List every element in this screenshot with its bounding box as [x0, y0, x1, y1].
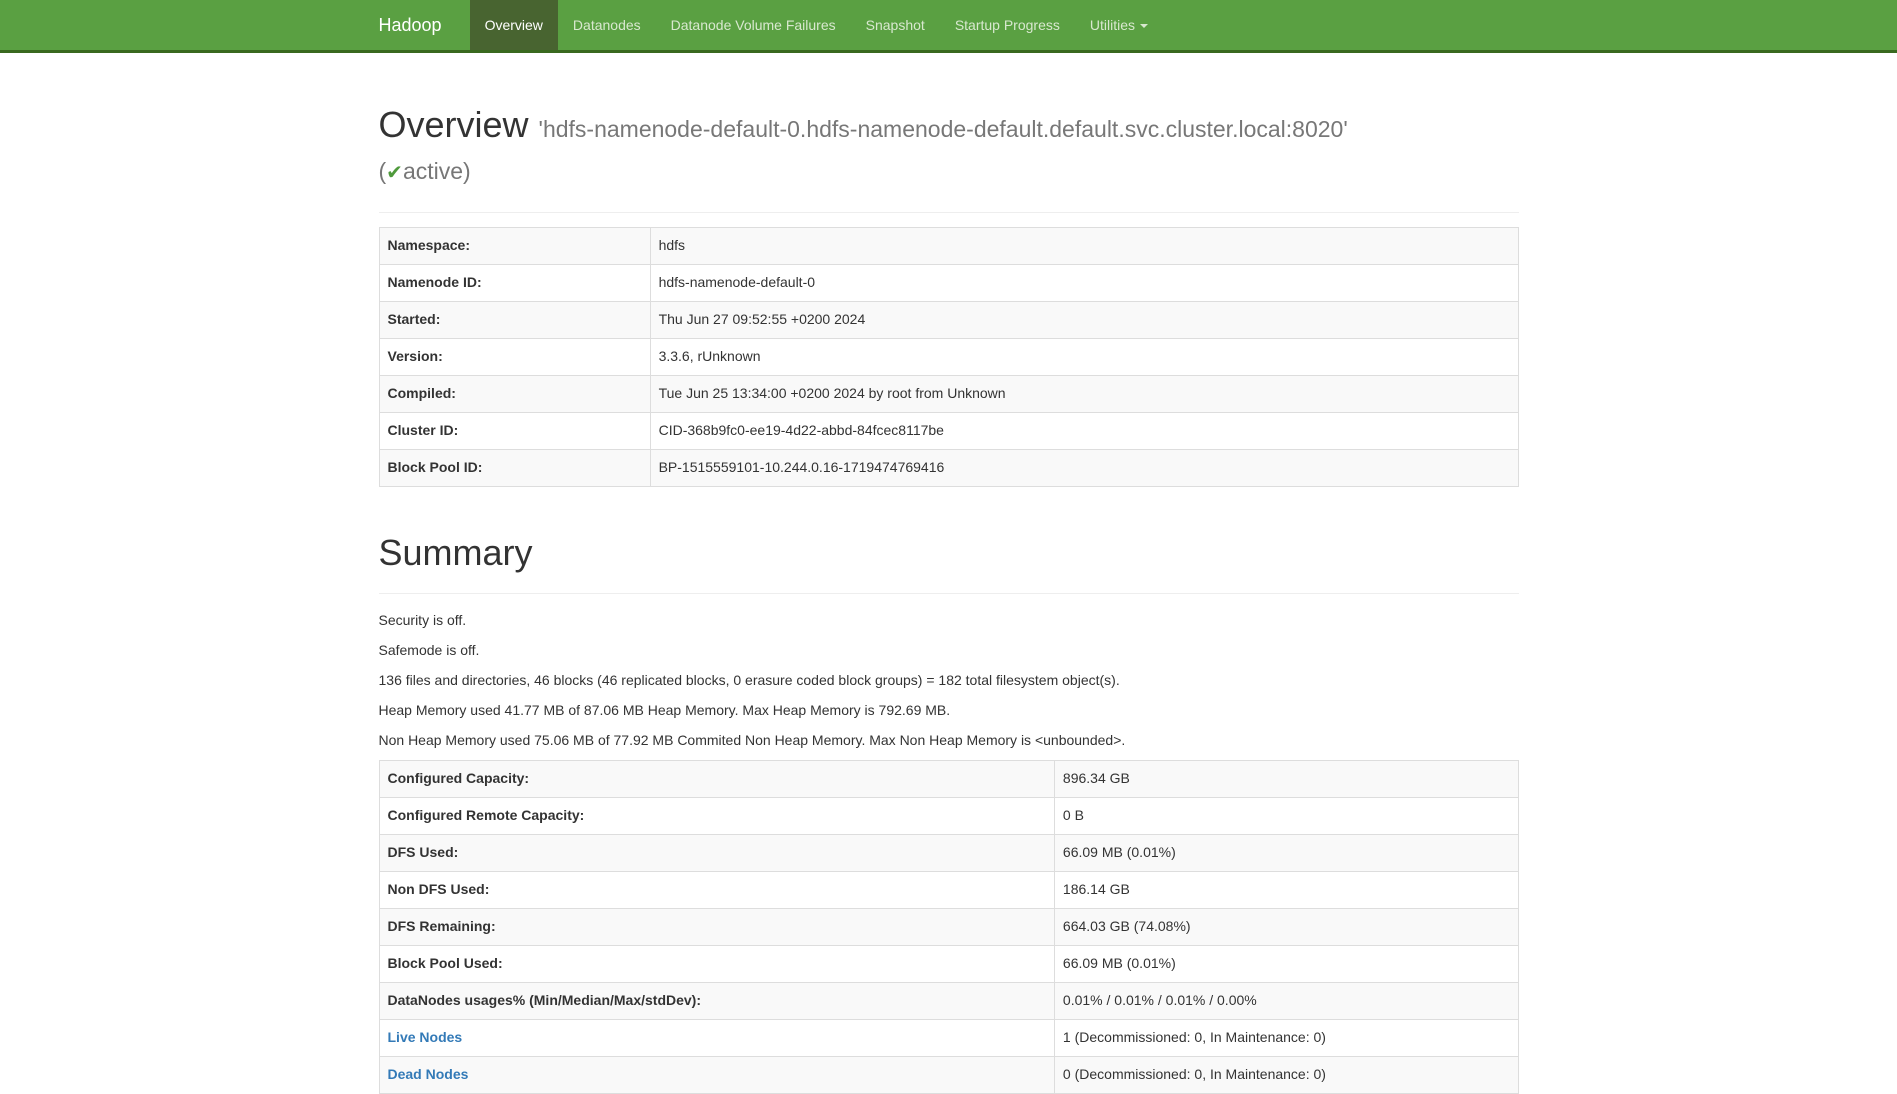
nav-item-datanode-volume-failures: Datanode Volume Failures [656, 0, 851, 50]
row-label: Started: [379, 302, 650, 339]
summary-heading: Summary [379, 533, 1519, 573]
row-value: 66.09 MB (0.01%) [1054, 834, 1518, 871]
row-value: 0 (Decommissioned: 0, In Maintenance: 0) [1054, 1056, 1518, 1093]
brand-link[interactable]: Hadoop [379, 0, 470, 50]
row-value: 186.14 GB [1054, 871, 1518, 908]
nav-link-datanodes[interactable]: Datanodes [558, 0, 656, 50]
row-value: BP-1515559101-10.244.0.16-1719474769416 [650, 450, 1518, 487]
safemode-status-line: Safemode is off. [379, 640, 1519, 660]
row-label: DataNodes usages% (Min/Median/Max/stdDev… [379, 982, 1054, 1019]
row-label: DFS Used: [379, 834, 1054, 871]
row-value: Tue Jun 25 13:34:00 +0200 2024 by root f… [650, 376, 1518, 413]
row-value: 664.03 GB (74.08%) [1054, 908, 1518, 945]
row-label: Configured Remote Capacity: [379, 797, 1054, 834]
table-row: DataNodes usages% (Min/Median/Max/stdDev… [379, 982, 1518, 1019]
table-row: DFS Used: 66.09 MB (0.01%) [379, 834, 1518, 871]
table-row: Live Nodes 1 (Decommissioned: 0, In Main… [379, 1019, 1518, 1056]
row-label: Non DFS Used: [379, 871, 1054, 908]
row-value: 896.34 GB [1054, 760, 1518, 797]
row-value: hdfs [650, 228, 1518, 265]
row-value: 3.3.6, rUnknown [650, 339, 1518, 376]
row-value: hdfs-namenode-default-0 [650, 265, 1518, 302]
overview-page-header: Overview 'hdfs-namenode-default-0.hdfs-n… [379, 105, 1519, 213]
paren-close: ) [463, 158, 471, 184]
namenode-address: 'hdfs-namenode-default-0.hdfs-namenode-d… [539, 116, 1348, 142]
security-status-line: Security is off. [379, 610, 1519, 630]
page-title: Overview [379, 104, 529, 145]
caret-down-icon [1140, 24, 1148, 28]
table-row: Namespace: hdfs [379, 228, 1518, 265]
row-value: 0 B [1054, 797, 1518, 834]
main-content: Overview 'hdfs-namenode-default-0.hdfs-n… [364, 105, 1534, 1094]
row-label: Block Pool ID: [379, 450, 650, 487]
nav-link-utilities-dropdown[interactable]: Utilities [1075, 0, 1163, 50]
row-value: Thu Jun 27 09:52:55 +0200 2024 [650, 302, 1518, 339]
table-row: Block Pool ID: BP-1515559101-10.244.0.16… [379, 450, 1518, 487]
row-label: Namenode ID: [379, 265, 650, 302]
utilities-label: Utilities [1090, 17, 1135, 33]
table-row: Block Pool Used: 66.09 MB (0.01%) [379, 945, 1518, 982]
table-row: Cluster ID: CID-368b9fc0-ee19-4d22-abbd-… [379, 413, 1518, 450]
nav-link-overview[interactable]: Overview [470, 0, 558, 50]
nav-item-startup-progress: Startup Progress [940, 0, 1075, 50]
heap-memory-line: Heap Memory used 41.77 MB of 87.06 MB He… [379, 700, 1519, 720]
nav-item-datanodes: Datanodes [558, 0, 656, 50]
row-label: Namespace: [379, 228, 650, 265]
nav-link-snapshot[interactable]: Snapshot [851, 0, 940, 50]
table-row: Dead Nodes 0 (Decommissioned: 0, In Main… [379, 1056, 1518, 1093]
navbar: Hadoop Overview Datanodes Datanode Volum… [0, 0, 1897, 53]
nav-link-datanode-volume-failures[interactable]: Datanode Volume Failures [656, 0, 851, 50]
table-row: Configured Remote Capacity: 0 B [379, 797, 1518, 834]
page-title-row: Overview 'hdfs-namenode-default-0.hdfs-n… [379, 105, 1519, 145]
table-row: DFS Remaining: 664.03 GB (74.08%) [379, 908, 1518, 945]
nav-item-snapshot: Snapshot [851, 0, 940, 50]
row-value: 0.01% / 0.01% / 0.01% / 0.00% [1054, 982, 1518, 1019]
row-label: Dead Nodes [379, 1056, 1054, 1093]
live-nodes-link[interactable]: Live Nodes [388, 1029, 463, 1045]
row-label: DFS Remaining: [379, 908, 1054, 945]
summary-text-block: Security is off. Safemode is off. 136 fi… [379, 610, 1519, 750]
nav-item-utilities: Utilities [1075, 0, 1163, 50]
table-row: Started: Thu Jun 27 09:52:55 +0200 2024 [379, 302, 1518, 339]
row-value: CID-368b9fc0-ee19-4d22-abbd-84fcec8117be [650, 413, 1518, 450]
dead-nodes-link[interactable]: Dead Nodes [388, 1066, 469, 1082]
row-label: Compiled: [379, 376, 650, 413]
navbar-container: Hadoop Overview Datanodes Datanode Volum… [364, 0, 1534, 50]
row-label: Version: [379, 339, 650, 376]
row-label: Cluster ID: [379, 413, 650, 450]
active-status-text: active [403, 158, 463, 184]
namenode-info-table: Namespace: hdfs Namenode ID: hdfs-nameno… [379, 227, 1519, 487]
row-value: 66.09 MB (0.01%) [1054, 945, 1518, 982]
row-label: Block Pool Used: [379, 945, 1054, 982]
cluster-summary-table: Configured Capacity: 896.34 GB Configure… [379, 760, 1519, 1094]
active-check-icon: ✔ [386, 162, 403, 184]
navbar-menu: Overview Datanodes Datanode Volume Failu… [470, 0, 1163, 50]
row-label: Live Nodes [379, 1019, 1054, 1056]
non-heap-memory-line: Non Heap Memory used 75.06 MB of 77.92 M… [379, 730, 1519, 750]
table-row: Compiled: Tue Jun 25 13:34:00 +0200 2024… [379, 376, 1518, 413]
summary-page-header: Summary [379, 533, 1519, 594]
table-row: Configured Capacity: 896.34 GB [379, 760, 1518, 797]
namenode-status: (✔active) [379, 157, 1519, 187]
filesystem-objects-line: 136 files and directories, 46 blocks (46… [379, 670, 1519, 690]
row-value: 1 (Decommissioned: 0, In Maintenance: 0) [1054, 1019, 1518, 1056]
table-row: Namenode ID: hdfs-namenode-default-0 [379, 265, 1518, 302]
nav-link-startup-progress[interactable]: Startup Progress [940, 0, 1075, 50]
table-row: Non DFS Used: 186.14 GB [379, 871, 1518, 908]
nav-item-overview: Overview [470, 0, 558, 50]
row-label: Configured Capacity: [379, 760, 1054, 797]
table-row: Version: 3.3.6, rUnknown [379, 339, 1518, 376]
